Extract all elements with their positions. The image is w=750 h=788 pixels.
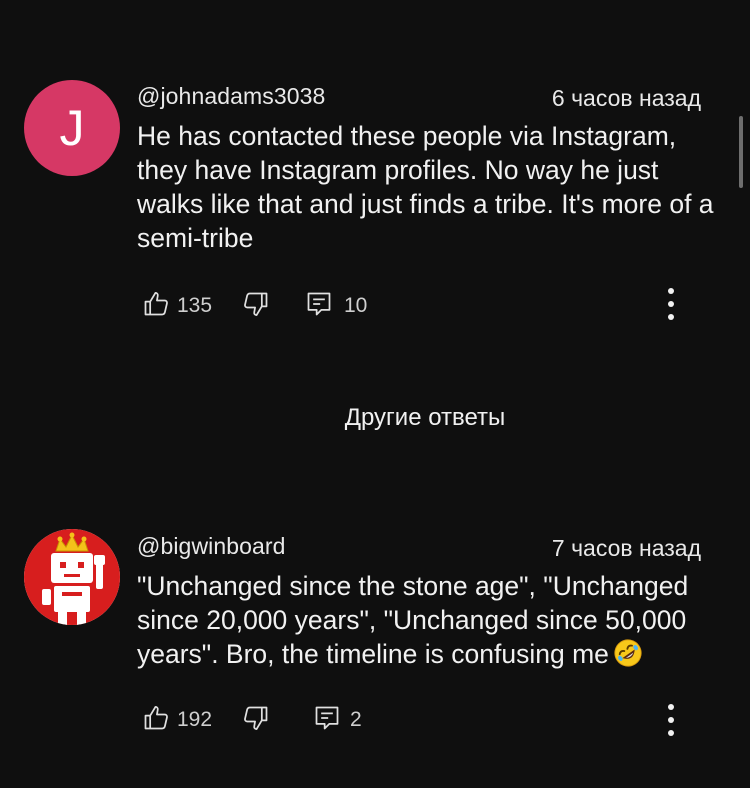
comment-actions: 192 2 — [0, 700, 750, 740]
comment-text: "Unchanged since the stone age", "Unchan… — [137, 569, 717, 671]
comment-text-body: "Unchanged since the stone age", "Unchan… — [137, 571, 689, 669]
more-vertical-icon[interactable] — [660, 702, 682, 738]
comment-timestamp: 7 часов назад — [551, 535, 701, 561]
reply-count: 2 — [350, 708, 362, 731]
comment-item: @bigwinboard 7 часов назад "Unchanged si… — [0, 0, 750, 788]
rolling-on-floor-laughing-emoji-icon — [614, 639, 642, 667]
like-count: 192 — [177, 708, 213, 731]
avatar[interactable] — [24, 529, 120, 625]
comment-author[interactable]: @bigwinboard — [137, 533, 286, 560]
robot-king-avatar-icon — [24, 529, 120, 625]
thumbs-down-icon[interactable] — [242, 704, 270, 732]
thumbs-up-icon[interactable] — [142, 704, 170, 732]
reply-icon[interactable] — [313, 704, 341, 732]
